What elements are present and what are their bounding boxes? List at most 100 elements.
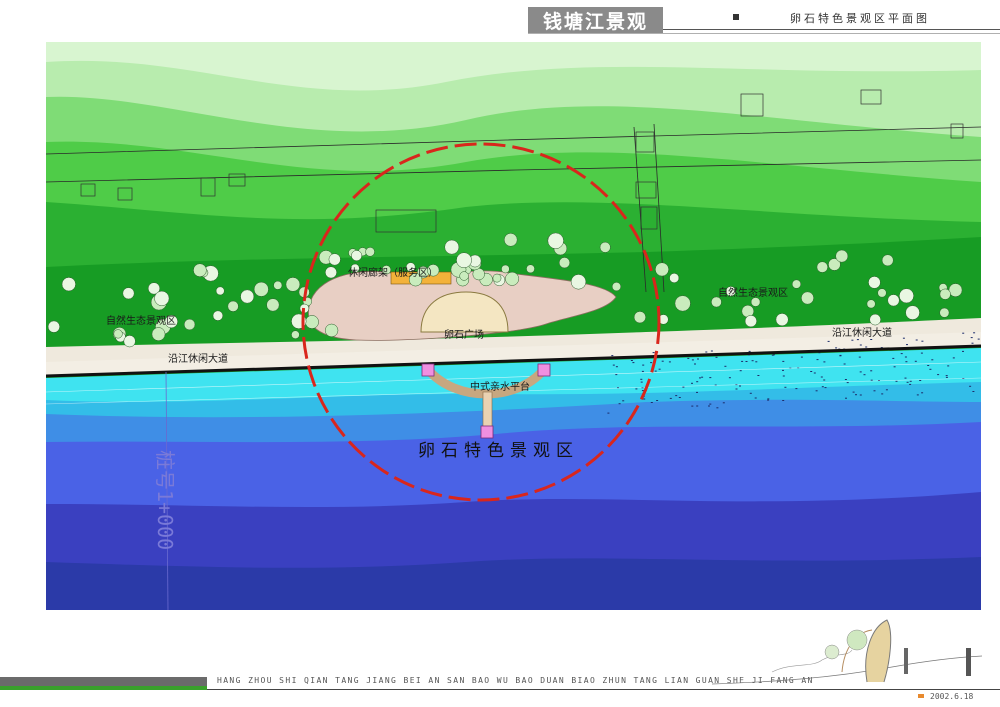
label-leisure-gallery: 休闲廊架（服务区）	[348, 266, 438, 279]
water-speckle	[782, 375, 785, 377]
water-speckle	[724, 365, 727, 367]
water-speckle	[895, 380, 898, 382]
water-speckle	[654, 370, 657, 372]
water-speckle	[641, 370, 644, 372]
tree-canopy	[305, 315, 319, 329]
tree-canopy	[633, 311, 646, 324]
pavilion-left	[421, 363, 435, 377]
water-speckle	[863, 374, 866, 376]
water-speckle	[945, 376, 948, 378]
drawing-subtitle: 卵石特色景观区平面图	[790, 12, 930, 25]
water-speckle	[921, 340, 924, 342]
drawing-title: 钱塘江景观	[528, 7, 663, 33]
water-speckle	[705, 351, 708, 353]
water-speckle	[748, 350, 751, 352]
tree-canopy	[505, 271, 520, 286]
tree-canopy	[816, 261, 828, 273]
water-speckle	[687, 357, 690, 359]
water-speckle	[816, 359, 819, 361]
water-speckle	[821, 386, 824, 388]
water-speckle	[971, 342, 974, 344]
water-speckle	[696, 391, 698, 393]
water-speckle	[754, 397, 757, 399]
water-speckle	[691, 405, 694, 407]
label-riverside-avenue-right: 沿江休闲大道	[832, 326, 892, 339]
water-speckle	[845, 397, 847, 399]
water-speckle	[920, 352, 923, 354]
tree-canopy	[151, 327, 166, 341]
tree-canopy	[835, 249, 849, 263]
water-speckle	[931, 359, 934, 361]
tree-canopy	[570, 274, 587, 290]
label-zone-title: 卵石特色景观区	[418, 441, 579, 461]
water-speckle	[650, 362, 653, 364]
water-speckle	[914, 360, 917, 362]
tree-canopy	[881, 254, 894, 267]
water-speckle	[691, 382, 693, 384]
water-speckle	[827, 340, 830, 342]
water-speckle	[694, 363, 696, 365]
water-speckle	[745, 361, 748, 362]
water-speckle	[962, 332, 965, 334]
tree-canopy	[877, 288, 887, 298]
water-speckle	[815, 390, 818, 392]
tree-canopy	[899, 288, 914, 304]
water-speckle	[722, 402, 725, 404]
water-speckle	[835, 347, 838, 349]
water-speckle	[709, 403, 712, 405]
drawing-date: 2002.6.18	[930, 692, 974, 701]
water-speckle	[615, 366, 618, 368]
tree-canopy	[791, 279, 802, 289]
tree-canopy	[939, 307, 950, 318]
tree-canopy	[123, 335, 136, 348]
water-speckle	[795, 388, 798, 390]
water-speckle	[906, 344, 908, 346]
water-speckle	[697, 358, 699, 360]
water-speckle	[800, 356, 803, 358]
footer-bar-accent	[0, 686, 207, 690]
water-speckle	[696, 405, 699, 407]
tree-canopy	[669, 273, 680, 283]
water-speckle	[709, 377, 712, 379]
site-plan-svg: 桩号1+000 休闲廊架（服务区） 自然生态景观区 自然生态景观区 卵石广场 沿…	[46, 42, 981, 610]
tree-canopy	[492, 273, 502, 283]
water-speckle	[962, 350, 964, 352]
water-speckle	[618, 403, 621, 405]
water-speckle	[728, 377, 731, 379]
water-speckle	[970, 337, 973, 339]
tree-canopy	[285, 277, 301, 292]
tree-canopy	[215, 286, 225, 296]
water-speckle	[784, 386, 787, 388]
tree-canopy	[674, 295, 691, 312]
water-speckle	[893, 366, 896, 368]
water-speckle	[668, 361, 671, 363]
water-speckle	[902, 337, 905, 339]
water-speckle	[823, 379, 826, 381]
water-speckle	[755, 361, 758, 363]
tree-canopy	[744, 315, 757, 328]
site-plan-map: 桩号1+000 休闲廊架（服务区） 自然生态景观区 自然生态景观区 卵石广场 沿…	[46, 42, 981, 610]
tree-canopy	[351, 250, 363, 262]
tree-canopy	[291, 330, 300, 339]
water-speckle	[813, 372, 816, 374]
tree-canopy	[122, 287, 135, 300]
water-speckle	[905, 361, 908, 363]
tree-canopy	[240, 289, 255, 304]
water-speckle	[859, 371, 862, 373]
tree-canopy	[365, 247, 375, 257]
water-speckle	[767, 399, 770, 401]
water-speckle	[643, 398, 646, 400]
tree-canopy	[212, 310, 224, 321]
water-speckle	[782, 360, 785, 362]
water-speckle	[870, 370, 873, 372]
water-speckle	[937, 374, 940, 376]
water-speckle	[652, 352, 655, 354]
water-speckle	[640, 378, 643, 380]
water-speckle	[859, 394, 862, 396]
water-speckle	[640, 381, 643, 383]
platform-pier	[482, 391, 493, 431]
water-speckle	[699, 377, 701, 379]
tree-canopy	[183, 318, 196, 331]
water-speckle	[870, 379, 873, 381]
label-waterfront-platform: 中式亲水平台	[470, 380, 530, 393]
